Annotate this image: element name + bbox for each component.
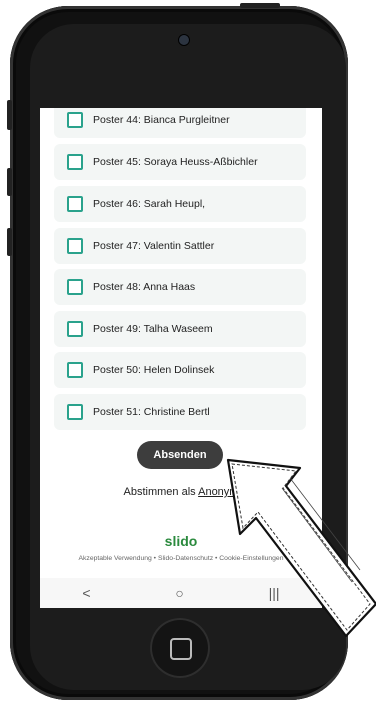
pointer-arrow-drawing [226,458,376,638]
